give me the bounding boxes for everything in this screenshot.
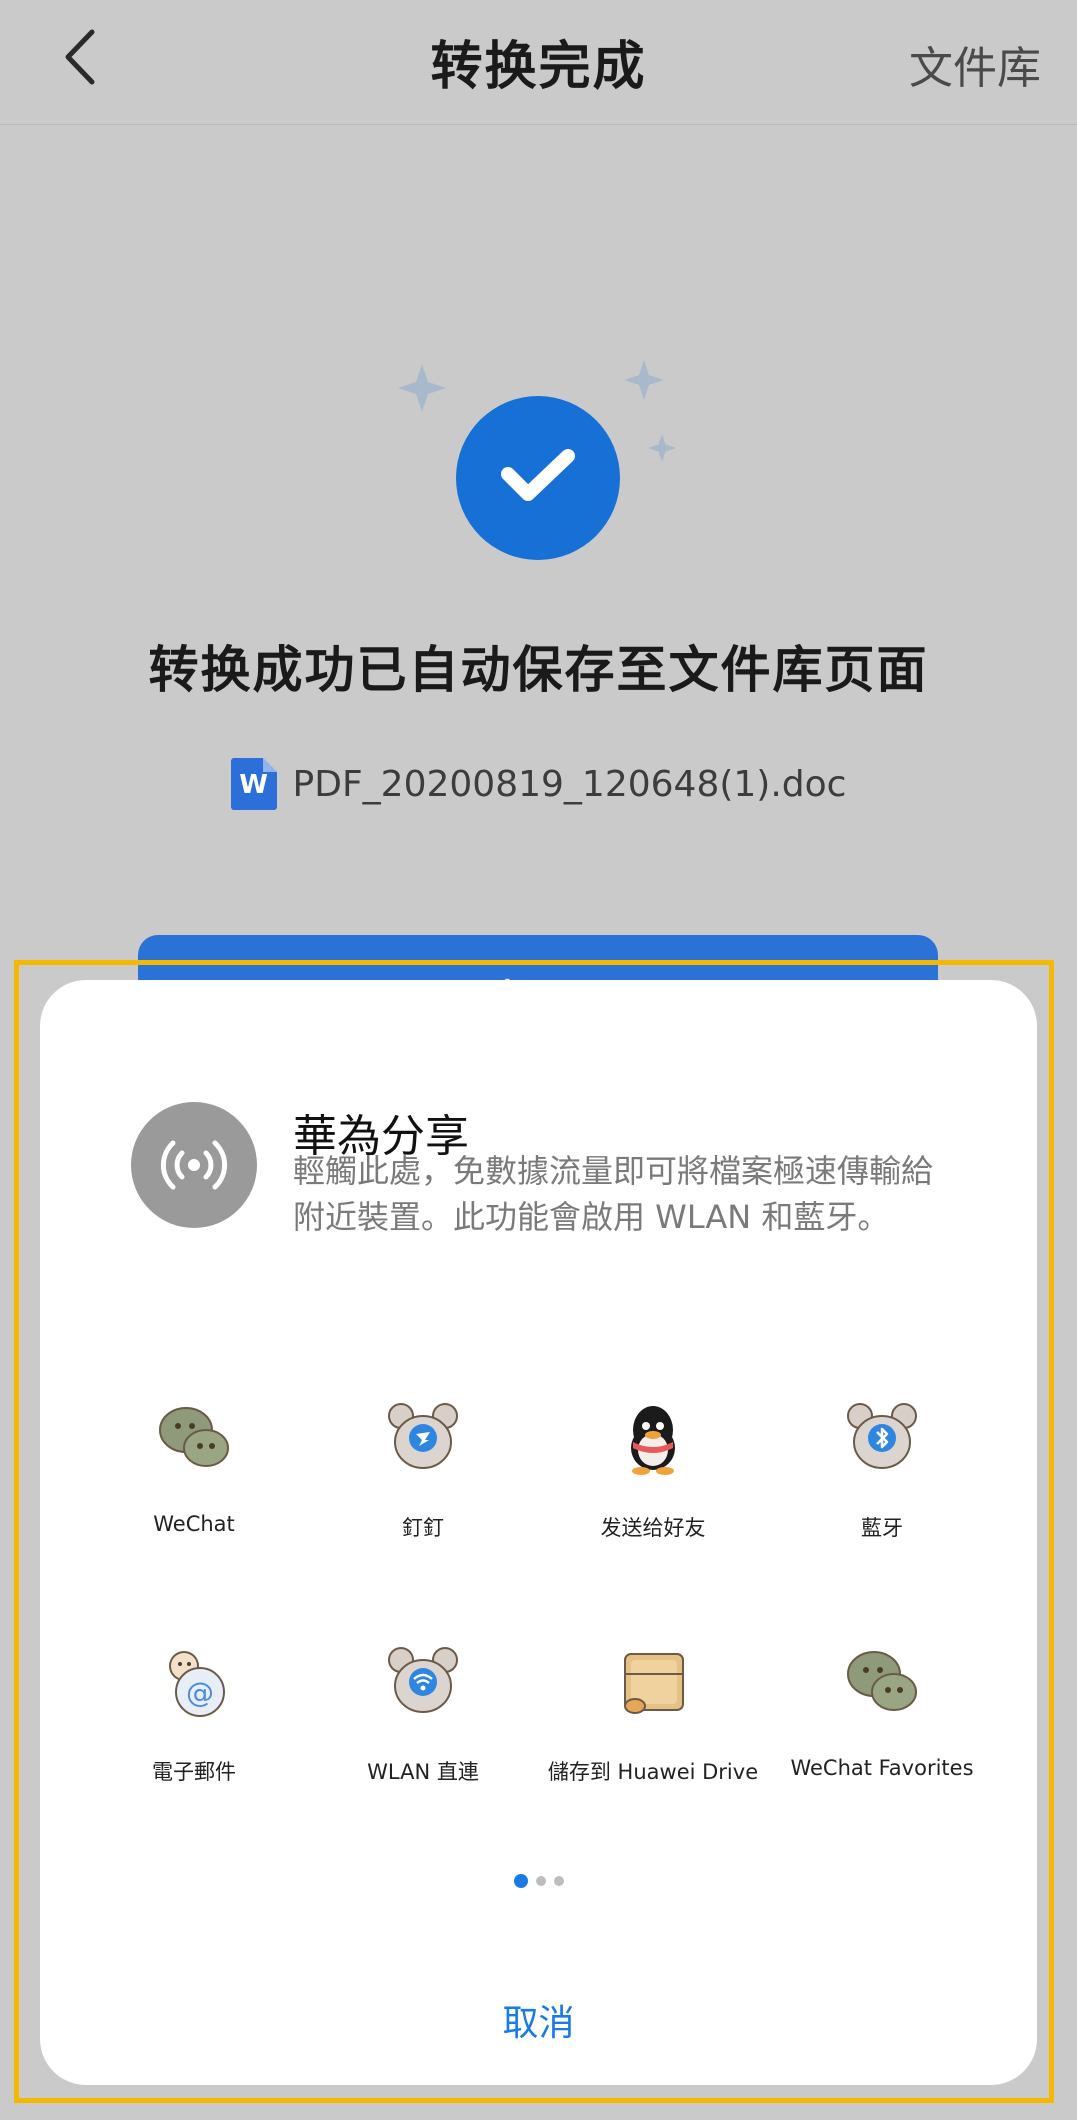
page-dot[interactable] — [553, 1876, 564, 1886]
page-indicator — [40, 1874, 1037, 1888]
wechat-favorites-icon — [847, 1651, 917, 1711]
share-app-wechat-favorites[interactable]: WeChat Favorites — [772, 1644, 992, 1824]
share-app-label: 发送给好友 — [600, 1516, 706, 1540]
share-sheet: 華為分享 輕觸此處，免數據流量即可將檔案極速傳輸給附近裝置。此功能會啟用 WLA… — [40, 980, 1037, 2085]
word-doc-icon: W — [230, 758, 277, 810]
file-row[interactable]: W PDF_20200819_120648(1).doc — [0, 758, 1077, 810]
share-app-label: WeChat Favorites — [790, 1756, 974, 1780]
file-library-link[interactable]: 文件库 — [909, 32, 1041, 96]
page-dot[interactable] — [535, 1876, 546, 1886]
success-message: 转换成功已自动保存至文件库页面 — [148, 641, 929, 699]
share-app-dingtalk[interactable]: 釘釘 — [313, 1400, 533, 1580]
wlan-direct-icon — [388, 1647, 458, 1713]
share-app-wlan-direct[interactable]: WLAN 直連 — [313, 1644, 533, 1824]
cancel-button[interactable]: 取消 — [40, 1994, 1037, 2046]
sparkle-icon — [648, 434, 676, 462]
sparkle-icon — [624, 360, 664, 400]
dingtalk-icon — [388, 1403, 458, 1469]
share-app-label: WeChat — [153, 1512, 235, 1536]
share-app-label: 藍牙 — [861, 1516, 903, 1540]
huawei-drive-icon — [624, 1653, 684, 1714]
share-app-label: WLAN 直連 — [367, 1760, 479, 1784]
top-bar: 转换完成 文件库 — [0, 0, 1077, 125]
bluetooth-icon — [847, 1403, 917, 1469]
qq-icon — [631, 1406, 675, 1475]
share-app-label: 電子郵件 — [152, 1760, 236, 1784]
share-app-label: 釘釘 — [402, 1516, 444, 1540]
huawei-share-description: 輕觸此處，免數據流量即可將檔案極速傳輸給附近裝置。此功能會啟用 WLAN 和藍牙… — [293, 1152, 934, 1236]
page-dot-active[interactable] — [513, 1874, 528, 1888]
share-app-email[interactable]: @ 電子郵件 — [84, 1644, 304, 1824]
wechat-icon — [159, 1407, 229, 1467]
success-check-icon — [456, 396, 620, 560]
share-app-label: 儲存到 Huawei Drive — [547, 1760, 759, 1784]
share-app-huawei-drive[interactable]: 儲存到 Huawei Drive — [543, 1644, 763, 1824]
share-app-qq-friend[interactable]: 发送给好友 — [543, 1400, 763, 1580]
email-icon: @ — [169, 1651, 225, 1717]
huawei-share-row[interactable]: 華為分享 輕觸此處，免數據流量即可將檔案極速傳輸給附近裝置。此功能會啟用 WLA… — [131, 1100, 971, 1260]
svg-text:@: @ — [186, 1676, 214, 1709]
file-name: PDF_20200819_120648(1).doc — [292, 763, 847, 805]
share-app-wechat[interactable]: WeChat — [84, 1400, 304, 1580]
share-app-bluetooth[interactable]: 藍牙 — [772, 1400, 992, 1580]
sparkle-icon — [398, 364, 446, 412]
huawei-share-icon — [131, 1102, 257, 1228]
